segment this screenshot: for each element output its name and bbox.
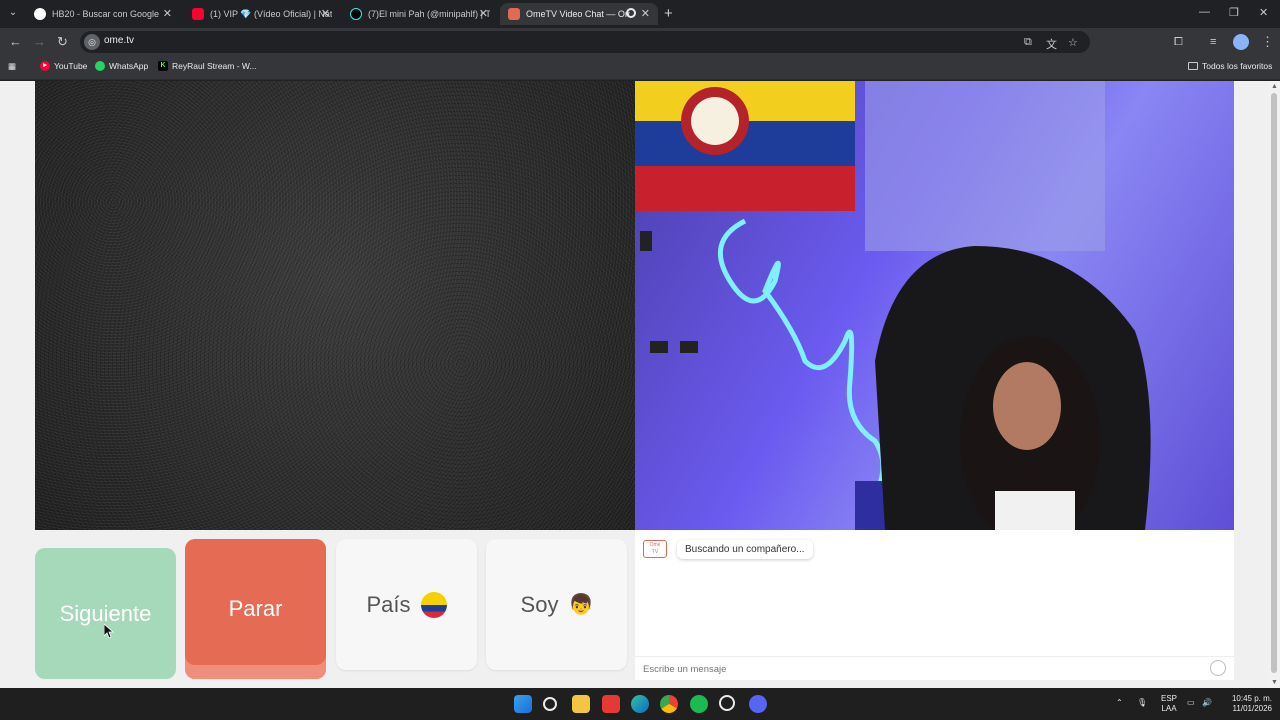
tiktok-icon [350,8,362,20]
boy-face-icon: 👦 [568,593,594,616]
tab-youtube[interactable]: (1) VIP 💎 (Vídeo Oficial) | Nata ✕ [184,3,338,25]
close-tab-icon[interactable]: ✕ [321,7,330,20]
show-hidden-icons[interactable]: ⌃ [1116,698,1123,708]
camera-scene [635,81,1151,530]
site-info-icon[interactable]: ◎ [84,34,100,50]
close-window-icon[interactable]: ✕ [1259,6,1268,19]
install-app-icon[interactable]: ⧉ [1024,36,1032,49]
gender-button[interactable]: Soy 👦 [486,539,627,670]
message-row [635,656,1234,680]
all-bookmarks-folder[interactable]: Todos los favoritos [1188,61,1272,71]
kick-icon: K [158,61,168,71]
folder-icon [1188,62,1198,70]
anydesk-icon[interactable] [602,695,620,713]
reload-icon[interactable]: ↻ [57,34,68,50]
tab-google[interactable]: HB20 - Buscar con Google ✕ [26,3,180,25]
bookmark-youtube[interactable]: ▸ YouTube [40,61,87,71]
scroll-thumb[interactable] [1271,93,1277,673]
media-control-icon[interactable]: ≡ [1210,34,1216,50]
youtube-icon [192,8,204,20]
microphone-icon[interactable]: 🎙 [1137,698,1147,708]
scroll-up-icon[interactable]: ▲ [1271,83,1278,90]
forward-icon[interactable]: → [33,34,46,50]
url-text: ome.tv [104,35,135,46]
clock[interactable]: 10:45 p. m. 11/01/2026 [1222,694,1272,714]
bookmarks-bar: ▦ ▸ YouTube WhatsApp K ReyRaul Stream - … [0,56,1280,80]
stop-button[interactable]: Parar [185,539,326,679]
whatsapp-icon [95,61,105,71]
windows-start-icon[interactable] [514,695,532,713]
recording-icon [626,8,636,18]
discord-icon[interactable] [749,695,767,713]
bookmark-star-icon[interactable]: ☆ [1068,36,1078,49]
page-scrollbar[interactable]: ▲ ▼ [1268,81,1280,688]
close-tab-icon[interactable]: ✕ [641,7,650,20]
steam-icon[interactable] [719,695,735,711]
extensions-icon[interactable]: ⧠ [1174,34,1183,50]
partner-video-static [35,81,635,530]
ometv-page: Siguiente Parar País Soy 👦 Ome TV Buscand… [0,81,1268,688]
emoji-icon[interactable] [1210,660,1226,676]
new-tab-button[interactable]: + [664,5,673,22]
next-button[interactable]: Siguiente [35,548,176,679]
chat-panel: Ome TV Buscando un compañero... [635,530,1234,680]
spotify-icon[interactable] [690,695,708,713]
mouse-cursor [104,624,114,638]
ometv-logo-icon: Ome TV [643,540,667,558]
back-icon[interactable]: ← [9,34,22,50]
self-camera-video [635,81,1234,530]
language-indicator[interactable]: ESP LAA [1158,694,1180,714]
search-icon[interactable] [543,697,557,711]
message-input[interactable] [643,662,1183,676]
close-tab-icon[interactable]: ✕ [163,7,172,20]
bookmark-whatsapp[interactable]: WhatsApp [95,61,148,71]
translate-icon[interactable]: 文 [1046,36,1057,52]
bookmark-kick[interactable]: K ReyRaul Stream - W... [158,61,257,71]
scroll-down-icon[interactable]: ▼ [1271,679,1278,686]
youtube-icon: ▸ [40,61,50,71]
google-icon [34,8,46,20]
apps-grid-icon[interactable]: ▦ [8,61,16,72]
address-bar[interactable]: ◎ ome.tv ⧉ 文 ☆ [80,31,1090,53]
minimize-icon[interactable]: — [1199,6,1210,18]
country-button[interactable]: País [336,539,477,670]
tab-search-button[interactable]: ⌄ [4,4,22,22]
windows-taskbar: ⌃ 🎙 ESP LAA ▭ 🔊 10:45 p. m. 11/01/2026 [0,688,1280,720]
close-tab-icon[interactable]: ✕ [479,7,488,20]
file-explorer-icon[interactable] [572,695,590,713]
colombia-flag-icon [420,591,447,618]
status-message: Buscando un compañero... [677,540,813,559]
maximize-icon[interactable]: ❐ [1229,6,1239,19]
chrome-icon[interactable] [660,695,678,713]
tab-tiktok[interactable]: (7)El mini Pah (@minipahlf) | Ti ✕ [342,3,496,25]
profile-avatar[interactable] [1233,34,1249,50]
browser-toolbar: ← → ↻ ◎ ome.tv ⧉ 文 ☆ ⧠ ≡ ⋮ [0,28,1280,56]
menu-icon[interactable]: ⋮ [1261,34,1274,50]
network-icon[interactable]: ▭ [1187,698,1195,708]
ometv-icon [508,8,520,20]
edge-icon[interactable] [631,695,649,713]
volume-icon[interactable]: 🔊 [1202,698,1212,708]
tab-ometv[interactable]: OmeTV Video Chat — Ome ✕ [500,3,658,25]
tab-strip: ⌄ HB20 - Buscar con Google ✕ (1) VIP 💎 (… [0,0,1280,28]
